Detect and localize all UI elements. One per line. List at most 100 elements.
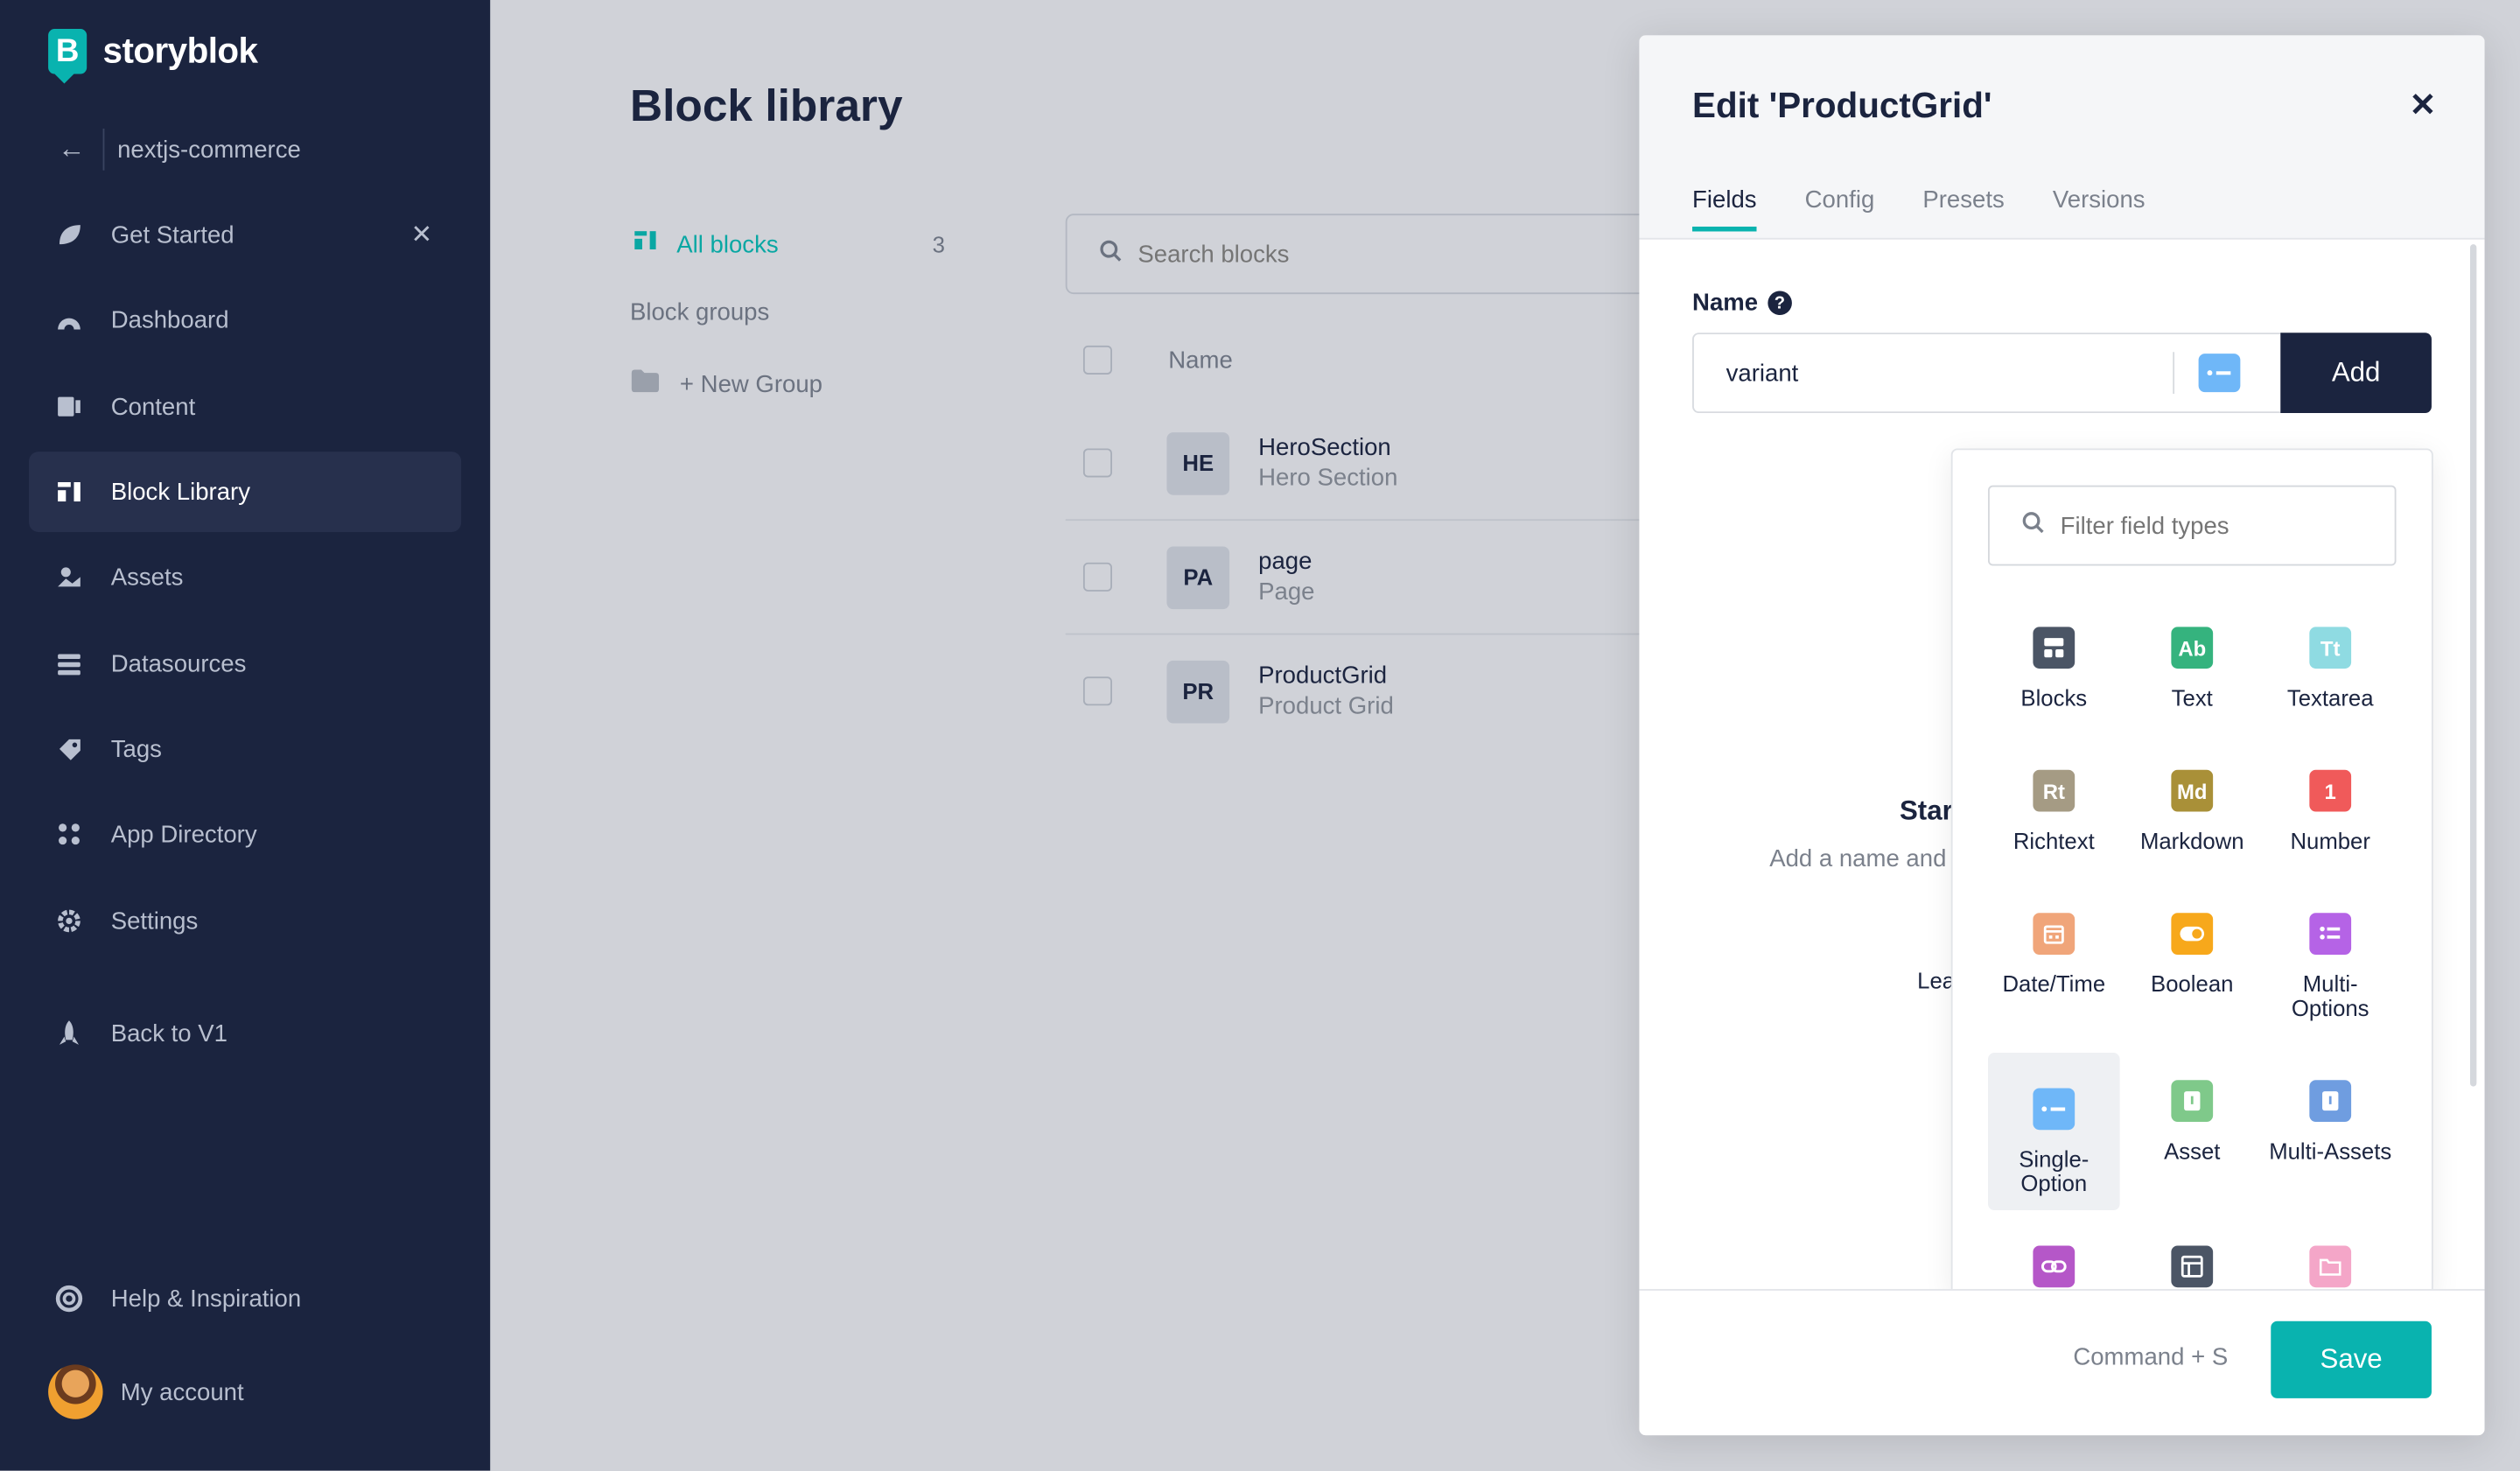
sidebar-item-label: Back to V1: [110, 1019, 228, 1047]
field-type-text[interactable]: Ab Text: [2126, 592, 2258, 749]
panel-tabs: Fields Config Presets Versions: [1692, 186, 2146, 232]
help-icon[interactable]: ?: [1768, 291, 1792, 315]
all-blocks-filter[interactable]: All blocks 3: [630, 227, 945, 262]
content-icon: [54, 392, 83, 421]
sidebar: B storyblok ← nextjs-commerce Get Starte…: [0, 0, 491, 1471]
edit-block-panel: Edit 'ProductGrid' ✕ Fields Config Prese…: [1639, 35, 2485, 1436]
sidebar-item-label: Tags: [110, 735, 162, 763]
empty-state-title: Star: [1899, 795, 1953, 827]
save-shortcut-hint: Command + S: [2073, 1343, 2229, 1371]
field-type-label: Asset: [2164, 1138, 2221, 1164]
filter-input[interactable]: [2056, 510, 2385, 542]
field-type-link[interactable]: [1988, 1210, 2120, 1292]
search-input[interactable]: [1134, 238, 1624, 270]
single-option-icon: [2033, 1088, 2076, 1131]
panel-scrollbar[interactable]: [2470, 244, 2477, 1087]
row-checkbox[interactable]: [1082, 448, 1112, 478]
new-group-button[interactable]: + New Group: [630, 368, 822, 401]
block-display-name: Page: [1258, 578, 1315, 606]
sidebar-item-my-account[interactable]: My account: [29, 1352, 461, 1432]
tab-presets[interactable]: Presets: [1922, 186, 2004, 231]
block-display-name: Product Grid: [1258, 692, 1394, 720]
sidebar-item-dashboard[interactable]: Dashboard: [29, 280, 461, 361]
table-row[interactable]: HE HeroSection Hero Section: [1065, 407, 1676, 522]
page: B storyblok ← nextjs-commerce Get Starte…: [0, 0, 2520, 1471]
arrow-left-icon[interactable]: ←: [58, 133, 100, 165]
sidebar-item-get-started[interactable]: Get Started ✕: [29, 194, 461, 275]
toggle-icon: [2171, 913, 2214, 955]
gear-icon: [54, 907, 83, 935]
tag-icon: [54, 734, 83, 763]
tab-fields[interactable]: Fields: [1692, 186, 1757, 232]
sidebar-item-help[interactable]: Help & Inspiration: [29, 1258, 461, 1339]
sidebar-item-label: App Directory: [110, 820, 257, 848]
single-option-icon[interactable]: [2198, 354, 2241, 393]
close-icon[interactable]: ✕: [2410, 85, 2437, 125]
table-header: Name: [1082, 345, 1233, 375]
search-blocks[interactable]: [1065, 214, 1680, 295]
block-technical-name: ProductGrid: [1258, 662, 1388, 690]
tab-config[interactable]: Config: [1805, 186, 1875, 231]
storyblok-logo-icon: B: [48, 29, 88, 84]
block-library-icon: [54, 477, 83, 506]
field-type-datetime[interactable]: Date/Time: [1988, 878, 2120, 1035]
field-type-richtext[interactable]: Rt Richtext: [1988, 734, 2120, 892]
column-name-header[interactable]: Name: [1168, 347, 1232, 374]
block-text: page Page: [1258, 548, 1314, 606]
all-blocks-label: All blocks: [676, 230, 779, 258]
dashboard-icon: [54, 305, 83, 334]
apps-icon: [54, 820, 83, 849]
field-type-multi-assets[interactable]: Multi-Assets: [2264, 1045, 2397, 1202]
field-type-number[interactable]: 1 Number: [2264, 734, 2397, 892]
add-field-button[interactable]: Add: [2280, 333, 2432, 414]
block-technical-name: HeroSection: [1258, 433, 1391, 462]
field-type-table[interactable]: [2126, 1210, 2258, 1292]
select-all-checkbox[interactable]: [1082, 345, 1112, 375]
panel-footer: Command + S Save: [1639, 1289, 2485, 1436]
filter-field-types[interactable]: [1987, 485, 2397, 566]
field-type-markdown[interactable]: Md Markdown: [2126, 734, 2258, 892]
table-icon: [2171, 1245, 2214, 1288]
row-checkbox[interactable]: [1082, 676, 1112, 706]
logo[interactable]: B storyblok: [48, 29, 258, 84]
sidebar-item-block-library[interactable]: Block Library: [29, 452, 462, 532]
image-icon: [54, 563, 83, 592]
save-button[interactable]: Save: [2271, 1320, 2432, 1398]
sidebar-item-app-directory[interactable]: App Directory: [29, 794, 461, 874]
table-row[interactable]: PR ProductGrid Product Grid: [1066, 634, 1676, 747]
field-type-multi-options[interactable]: Multi- Options: [2264, 878, 2397, 1035]
sidebar-item-label: Datasources: [110, 649, 247, 678]
field-type-label: Boolean: [2151, 970, 2234, 997]
sidebar-item-content[interactable]: Content: [29, 367, 461, 447]
row-checkbox[interactable]: [1082, 562, 1112, 592]
field-type-asset[interactable]: Asset: [2126, 1045, 2258, 1202]
leaf-icon: [54, 221, 83, 249]
field-type-boolean[interactable]: Boolean: [2126, 878, 2258, 1035]
learn-more-link[interactable]: Lea: [1917, 968, 1955, 993]
field-type-label: Richtext: [2012, 827, 2095, 854]
field-type-section[interactable]: [2264, 1210, 2397, 1292]
block-text: ProductGrid Product Grid: [1258, 662, 1394, 720]
field-type-label: Blocks: [2020, 684, 2088, 711]
block-technical-name: page: [1258, 548, 1312, 576]
sidebar-item-datasources[interactable]: Datasources: [29, 624, 461, 704]
link-icon: [2033, 1245, 2076, 1288]
field-name-label: Name ?: [1692, 290, 1792, 317]
sidebar-item-tags[interactable]: Tags: [29, 709, 461, 789]
multi-options-icon: [2309, 913, 2352, 955]
sidebar-item-back-to-v1[interactable]: Back to V1: [29, 993, 461, 1074]
sidebar-item-label: Dashboard: [110, 305, 229, 334]
table-row[interactable]: PA page Page: [1065, 521, 1676, 635]
sidebar-item-assets[interactable]: Assets: [29, 536, 461, 617]
field-type-single-option[interactable]: Single- Option: [1987, 1053, 2120, 1211]
field-type-blocks[interactable]: Blocks: [1988, 592, 2120, 749]
sidebar-item-settings[interactable]: Settings: [29, 881, 461, 962]
space-switcher[interactable]: ← nextjs-commerce: [58, 128, 301, 171]
field-type-label: Markdown: [2139, 827, 2244, 854]
block-badge: PA: [1166, 545, 1230, 609]
field-name-input[interactable]: [1722, 357, 2164, 389]
field-type-textarea[interactable]: Tt Textarea: [2264, 592, 2397, 749]
close-icon[interactable]: ✕: [410, 219, 432, 251]
tab-versions[interactable]: Versions: [2053, 186, 2146, 231]
block-display-name: Hero Section: [1258, 464, 1398, 493]
